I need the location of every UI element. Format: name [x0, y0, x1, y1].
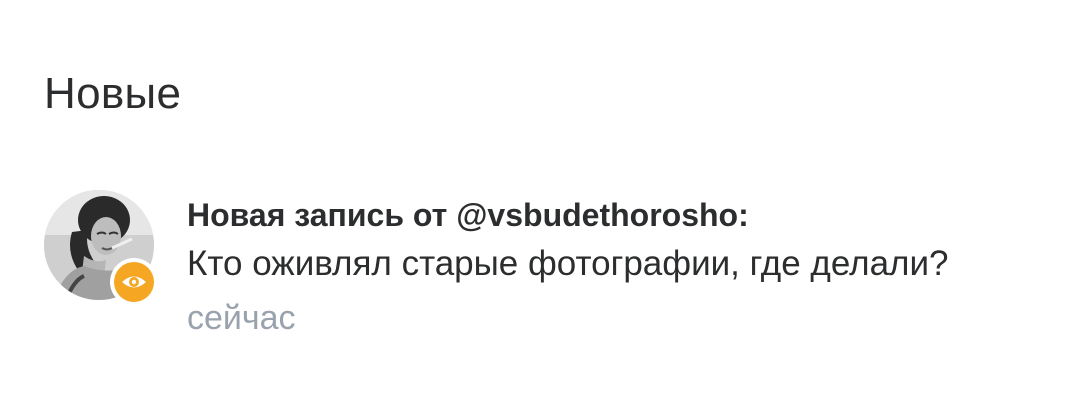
avatar-container[interactable]	[44, 190, 158, 306]
notification-time: сейчас	[187, 299, 296, 337]
badge	[110, 258, 158, 306]
badge-background	[114, 262, 154, 302]
notification-text: Кто оживлял старые фотографии, где делал…	[187, 244, 949, 283]
notification-content: Новая запись от @vsbudethorosho: Кто ожи…	[187, 194, 1027, 340]
eye-icon	[122, 276, 146, 288]
notifications-page: Новые Новая запись от @vsbudethorosho: К…	[0, 0, 1080, 413]
notification-headline: Новая запись от @vsbudethorosho:	[187, 197, 749, 233]
section-title: Новые	[44, 69, 182, 118]
notification-item[interactable]: Новая запись от @vsbudethorosho: Кто ожи…	[44, 186, 1044, 406]
